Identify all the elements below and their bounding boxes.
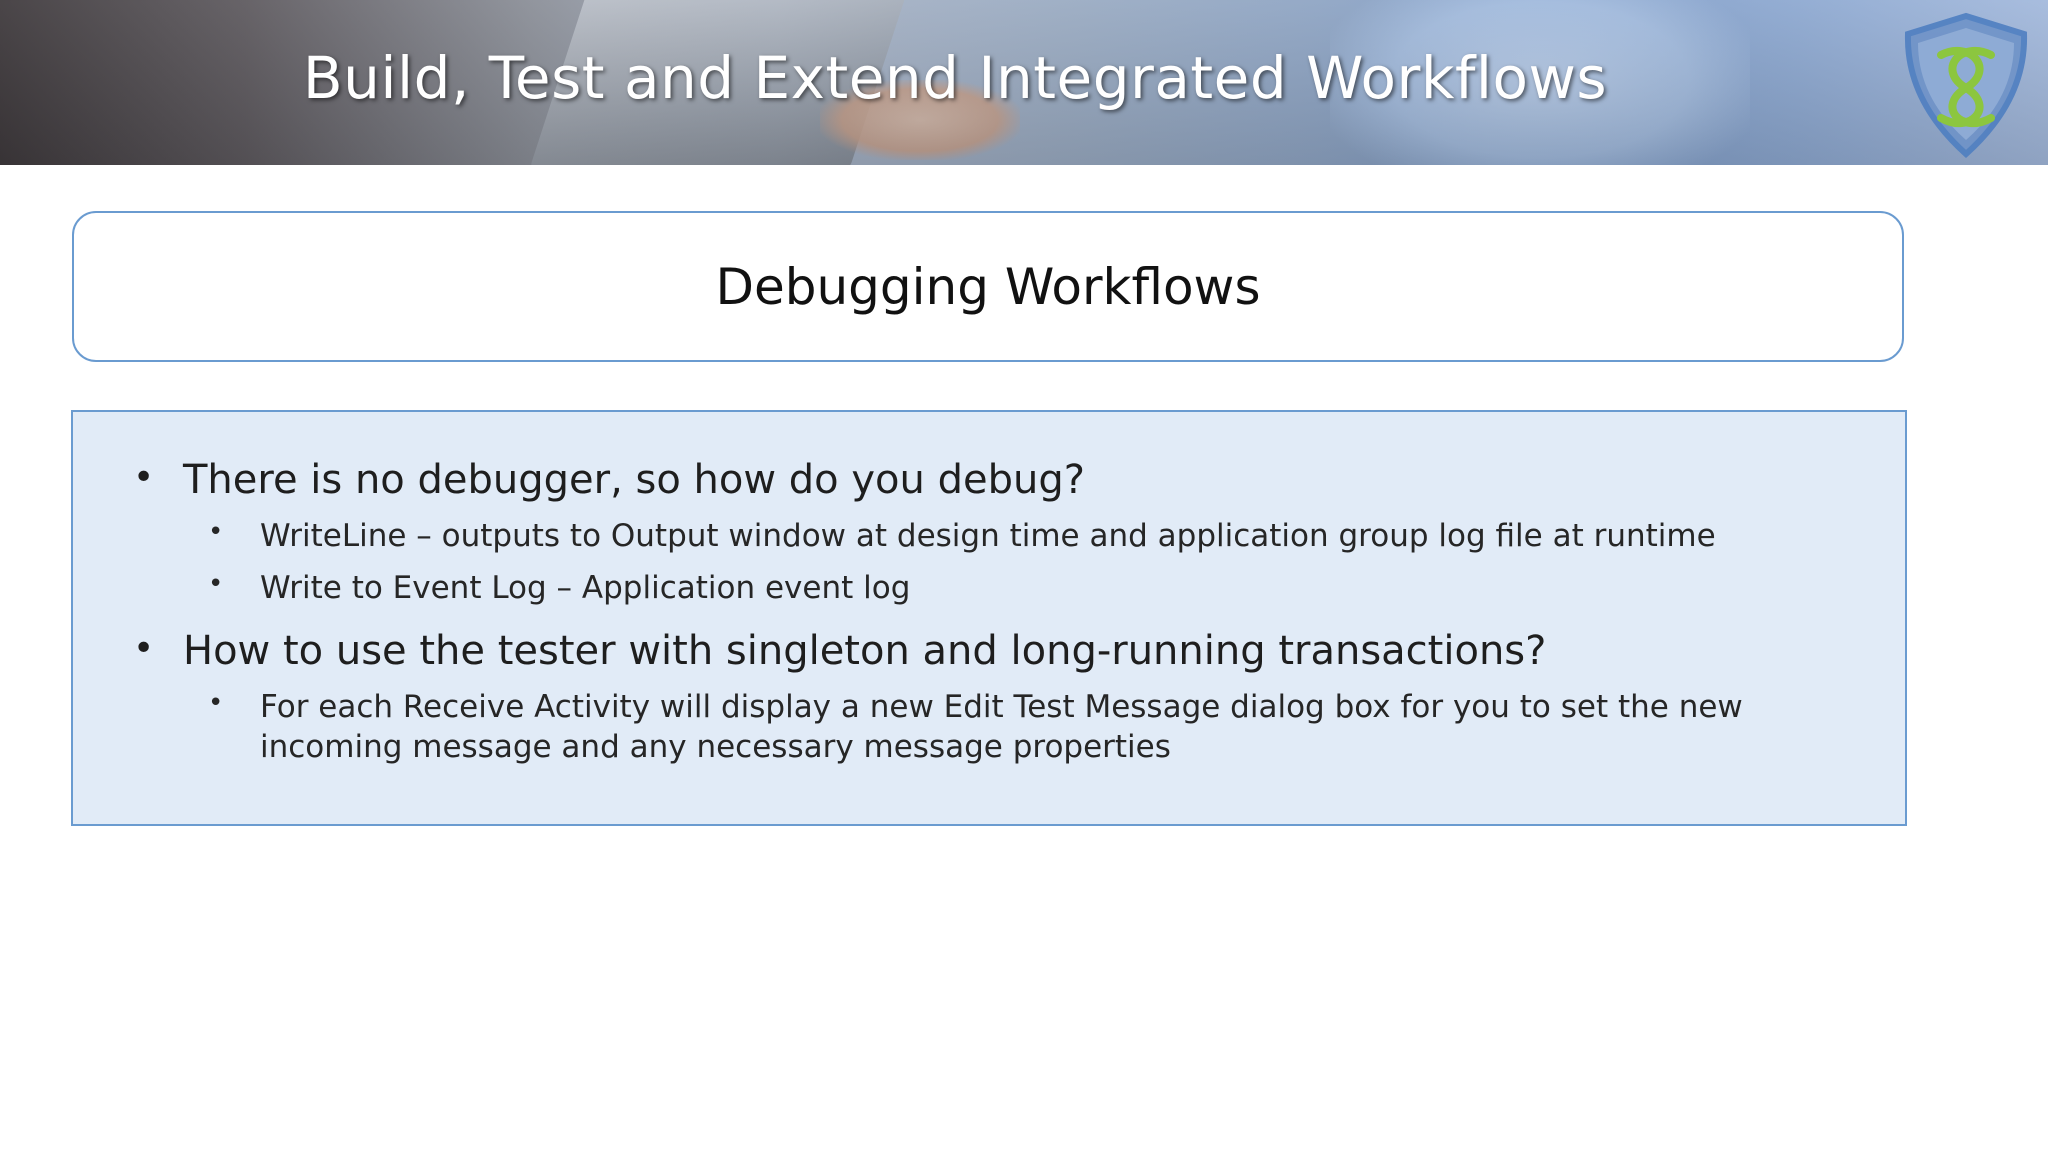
shield-knot-logo-icon bbox=[1904, 12, 2028, 159]
sub-bullet-dot-icon: • bbox=[208, 687, 224, 718]
sub-bullet-text: For each Receive Activity will display a… bbox=[260, 688, 1743, 765]
sub-bullet-text: WriteLine – outputs to Output window at … bbox=[260, 518, 1716, 554]
section-title: Debugging Workflows bbox=[715, 257, 1261, 316]
sub-bullet-dot-icon: • bbox=[208, 569, 224, 600]
slide: Build, Test and Extend Integrated Workfl… bbox=[0, 0, 2048, 1152]
sub-bullet-item: • Write to Event Log – Application event… bbox=[133, 568, 1875, 608]
header-banner: Build, Test and Extend Integrated Workfl… bbox=[0, 0, 2048, 165]
slide-title: Build, Test and Extend Integrated Workfl… bbox=[302, 44, 1608, 112]
bullet-item: • There is no debugger, so how do you de… bbox=[133, 456, 1875, 504]
bullet-dot-icon: • bbox=[133, 457, 155, 498]
sub-bullet-item: • WriteLine – outputs to Output window a… bbox=[133, 516, 1875, 556]
sub-bullet-dot-icon: • bbox=[208, 517, 224, 547]
bullet-dot-icon: • bbox=[133, 627, 155, 669]
bullet-text: How to use the tester with singleton and… bbox=[183, 627, 1547, 674]
bullet-text: There is no debugger, so how do you debu… bbox=[183, 457, 1085, 503]
bullet-item: • How to use the tester with singleton a… bbox=[133, 627, 1875, 675]
section-header-box: Debugging Workflows bbox=[72, 211, 1904, 362]
sub-bullet-item: • For each Receive Activity will display… bbox=[133, 687, 1875, 768]
sub-bullet-text: Write to Event Log – Application event l… bbox=[260, 570, 911, 607]
content-box: • There is no debugger, so how do you de… bbox=[71, 410, 1907, 826]
